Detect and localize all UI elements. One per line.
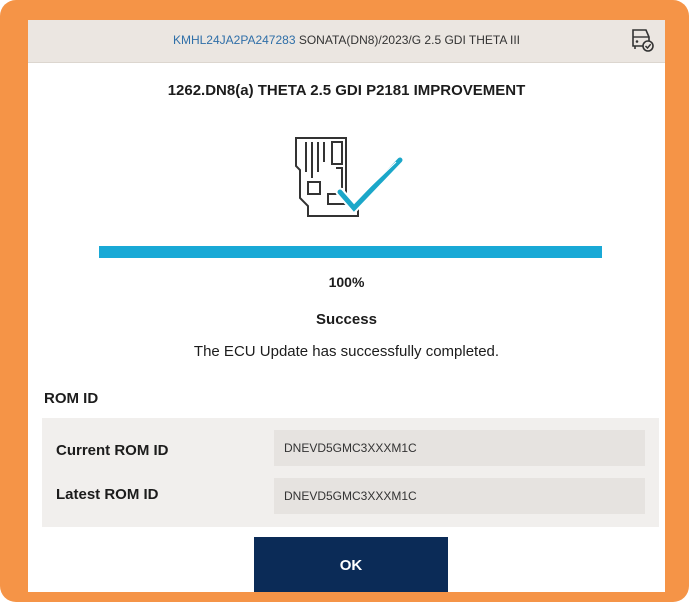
current-rom-id-value: DNEVD5GMC3XXXM1C bbox=[274, 430, 645, 466]
ok-button[interactable]: OK bbox=[254, 537, 448, 592]
vehicle-check-icon[interactable] bbox=[629, 26, 655, 54]
latest-rom-id-value: DNEVD5GMC3XXXM1C bbox=[274, 478, 645, 514]
progress-fill bbox=[99, 246, 602, 258]
dialog-frame: KMHL24JA2PA247283 SONATA(DN8)/2023/G 2.5… bbox=[0, 0, 689, 602]
current-rom-id-label: Current ROM ID bbox=[56, 442, 169, 459]
rom-id-heading: ROM ID bbox=[44, 390, 99, 407]
status-text: Success bbox=[316, 311, 377, 328]
procedure-title: 1262.DN8(a) THETA 2.5 GDI P2181 IMPROVEM… bbox=[167, 82, 526, 99]
latest-rom-id-label: Latest ROM ID bbox=[56, 486, 159, 503]
progress-bar bbox=[99, 246, 602, 258]
vehicle-info-line: KMHL24JA2PA247283 SONATA(DN8)/2023/G 2.5… bbox=[28, 33, 665, 47]
rom-id-panel: Current ROM ID DNEVD5GMC3XXXM1C Latest R… bbox=[42, 418, 659, 527]
ecu-success-check-icon bbox=[295, 137, 405, 217]
status-message: The ECU Update has successfully complete… bbox=[193, 343, 500, 360]
vehicle-description: SONATA(DN8)/2023/G 2.5 GDI THETA III bbox=[298, 33, 521, 47]
ecu-update-dialog: KMHL24JA2PA247283 SONATA(DN8)/2023/G 2.5… bbox=[28, 20, 665, 592]
vehicle-header: KMHL24JA2PA247283 SONATA(DN8)/2023/G 2.5… bbox=[28, 20, 665, 63]
vin-number: KMHL24JA2PA247283 bbox=[172, 33, 296, 47]
progress-percent: 100% bbox=[328, 274, 365, 290]
